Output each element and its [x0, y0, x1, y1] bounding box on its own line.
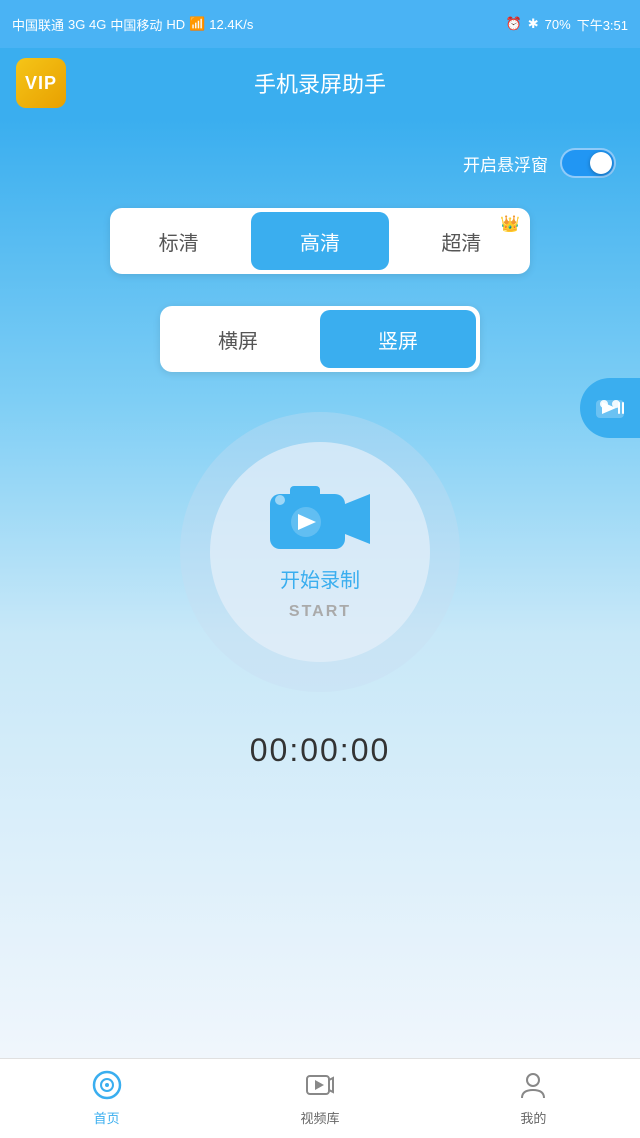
orientation-portrait[interactable]: 竖屏	[320, 310, 476, 368]
time-label: 下午3:51	[577, 15, 628, 34]
status-right: ⏰ ✱ 70% 下午3:51	[506, 15, 628, 34]
quality-uhd-label: 超清	[441, 227, 481, 256]
header: VIP 手机录屏助手	[0, 48, 640, 118]
record-button[interactable]: 开始录制 START	[210, 442, 430, 662]
profile-icon	[518, 1070, 548, 1104]
start-label-en: START	[289, 603, 351, 621]
toggle-knob	[590, 152, 612, 174]
status-bar: 中国联通 3G 4G 中国移动 HD 📶 12.4K/s ⏰ ✱ 70% 下午3…	[0, 0, 640, 48]
portrait-label: 竖屏	[378, 325, 418, 354]
status-left: 中国联通 3G 4G 中国移动 HD 📶 12.4K/s	[12, 15, 253, 34]
float-window-toggle[interactable]	[560, 148, 616, 178]
alarm-icon: ⏰	[506, 16, 522, 32]
float-window-row: 开启悬浮窗	[0, 148, 640, 178]
orientation-landscape[interactable]: 横屏	[160, 306, 316, 372]
video-library-icon	[305, 1070, 335, 1104]
profile-label: 我的	[520, 1108, 546, 1127]
orientation-selector: 横屏 竖屏	[160, 306, 480, 372]
signal-icon: 📶	[189, 16, 205, 32]
battery-label: 70%	[545, 17, 571, 32]
vip-badge[interactable]: VIP	[16, 58, 66, 108]
float-window-label: 开启悬浮窗	[463, 151, 548, 176]
nav-item-home[interactable]: 首页	[0, 1059, 213, 1138]
start-label-zh: 开始录制	[280, 564, 360, 593]
home-label: 首页	[94, 1108, 120, 1127]
timer-display: 00:00:00	[250, 732, 391, 769]
quality-option-uhd[interactable]: 超清 👑	[393, 208, 530, 274]
floating-video-button[interactable]	[580, 378, 640, 438]
video-library-label: 视频库	[300, 1108, 339, 1127]
carrier2-label: 中国移动	[110, 15, 162, 34]
main-area: 开启悬浮窗 标清 高清 超清 👑 横屏 竖屏	[0, 118, 640, 1058]
landscape-label: 横屏	[218, 325, 258, 354]
quality-sd-label: 标清	[159, 227, 199, 256]
camera-icon	[270, 484, 370, 554]
record-circle-outer: 开始录制 START	[180, 412, 460, 692]
bluetooth-icon: ✱	[528, 16, 539, 32]
bottom-nav: 首页 视频库 我的	[0, 1058, 640, 1138]
quality-selector: 标清 高清 超清 👑	[110, 208, 530, 274]
nav-item-video-library[interactable]: 视频库	[213, 1059, 426, 1138]
quality-option-sd[interactable]: 标清	[110, 208, 247, 274]
app-title: 手机录屏助手	[254, 67, 386, 99]
vip-label: VIP	[25, 73, 57, 94]
nav-item-profile[interactable]: 我的	[427, 1059, 640, 1138]
carrier1-label: 中国联通	[12, 15, 64, 34]
quality-hd-label: 高清	[300, 227, 340, 256]
speed-label: 12.4K/s	[209, 17, 253, 32]
crown-icon: 👑	[500, 214, 520, 234]
carrier2-hd: HD	[166, 17, 185, 32]
quality-option-hd[interactable]: 高清	[251, 212, 388, 270]
home-icon	[92, 1070, 122, 1104]
floating-video-icon	[592, 394, 628, 422]
network-label: 3G 4G	[68, 17, 106, 32]
